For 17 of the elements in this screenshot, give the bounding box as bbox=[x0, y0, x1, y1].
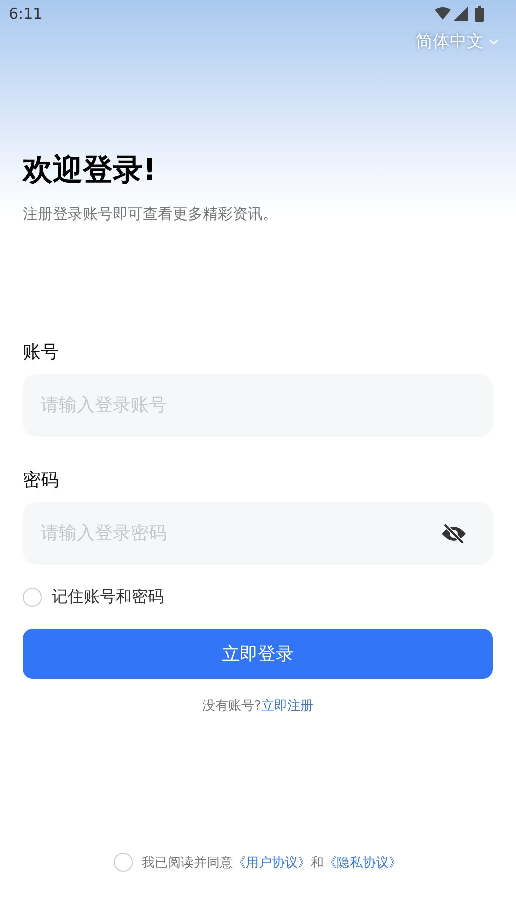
page-subtitle: 注册登录账号即可查看更多精彩资讯。 bbox=[23, 205, 279, 224]
checkbox[interactable] bbox=[114, 853, 133, 872]
field-label: 账号 bbox=[23, 341, 60, 364]
agreement-text: 和 bbox=[311, 854, 324, 872]
register-link[interactable]: 立即注册 bbox=[261, 699, 314, 714]
login-button[interactable]: 立即登录 bbox=[23, 629, 493, 679]
eye-slash-icon[interactable] bbox=[441, 522, 467, 544]
register-prompt: 没有账号? bbox=[202, 699, 262, 714]
agreement-text: 我已阅读并同意 bbox=[142, 854, 233, 872]
user-agreement-link[interactable]: 《用户协议》 bbox=[233, 854, 311, 872]
chevron-down-icon bbox=[489, 38, 499, 44]
checkbox[interactable] bbox=[23, 588, 42, 607]
status-time: 6:11 bbox=[9, 5, 43, 23]
privacy-link[interactable]: 《隐私协议》 bbox=[324, 854, 402, 872]
remember-label: 记住账号和密码 bbox=[52, 587, 164, 608]
field-label: 密码 bbox=[23, 469, 60, 492]
page-title: 欢迎登录! bbox=[23, 152, 158, 190]
